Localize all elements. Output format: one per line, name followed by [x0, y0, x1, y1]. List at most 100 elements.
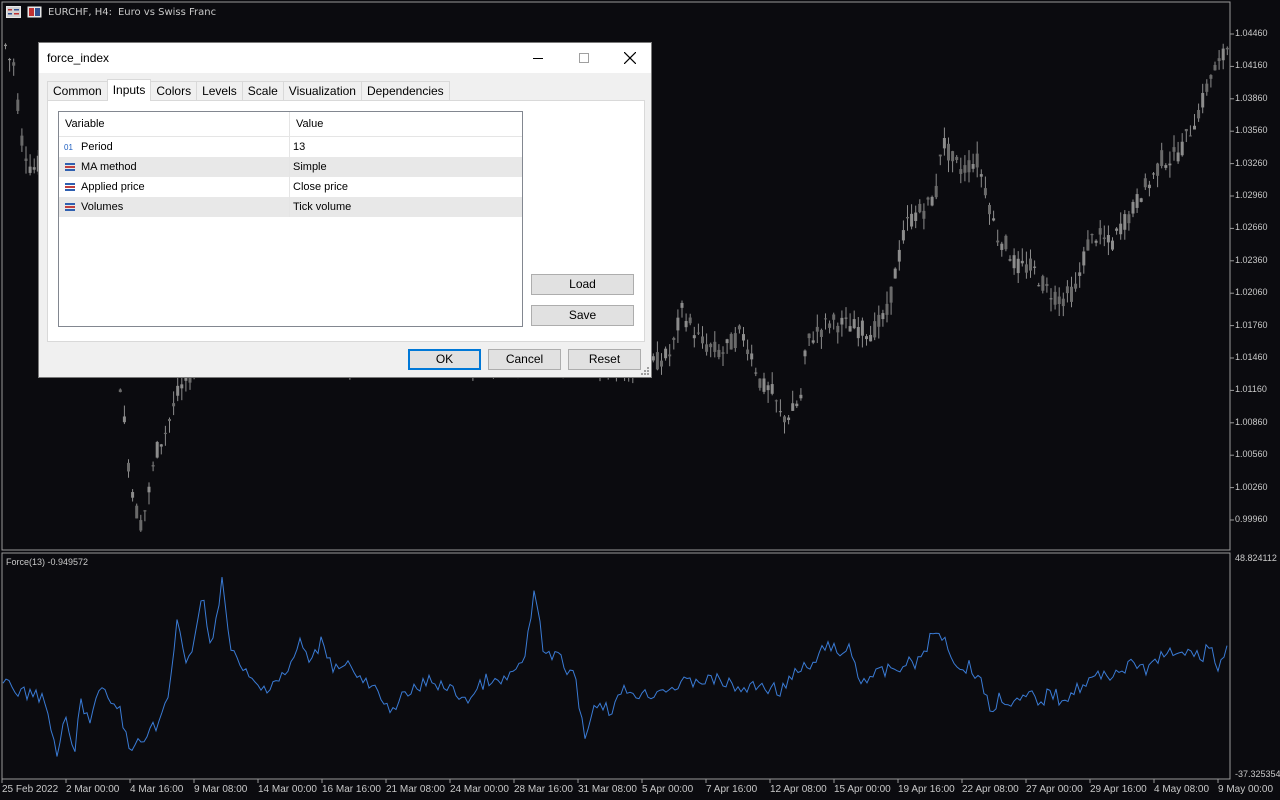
svg-text:01: 01: [64, 143, 73, 152]
input-value-volumes[interactable]: Tick volume: [290, 197, 351, 217]
candle: [869, 325, 873, 342]
candle: [836, 322, 840, 344]
symbol-description: Euro vs Swiss Franc: [117, 6, 217, 18]
time-axis-label: 4 Mar 16:00: [130, 784, 184, 795]
candle: [168, 417, 171, 433]
candle: [1065, 280, 1069, 303]
candle: [979, 169, 983, 188]
candle: [163, 425, 167, 446]
price-axis-label: 1.03860: [1235, 92, 1268, 103]
minimize-button[interactable]: [515, 43, 561, 73]
input-row-applied-price[interactable]: Applied price Close price: [59, 177, 522, 197]
trade-panel-icon[interactable]: [27, 6, 42, 18]
enum-icon: [64, 162, 76, 172]
candle: [1188, 125, 1192, 137]
candle: [885, 291, 889, 323]
time-axis-label: 7 Apr 16:00: [706, 784, 758, 795]
chart-menu-icon[interactable]: [6, 6, 21, 18]
candle: [660, 353, 663, 375]
candle: [651, 353, 655, 363]
candle: [725, 338, 729, 354]
input-value-ma-method[interactable]: Simple: [290, 157, 327, 177]
input-variable-label: Volumes: [81, 201, 124, 213]
candle: [1070, 276, 1073, 308]
price-axis-label: 1.02360: [1235, 254, 1268, 265]
time-axis-label: 19 Apr 16:00: [898, 784, 955, 795]
candle: [1197, 103, 1201, 122]
tab-visualization[interactable]: Visualization: [282, 81, 362, 101]
tab-colors[interactable]: Colors: [150, 81, 198, 101]
candle: [873, 312, 877, 341]
candle: [967, 150, 971, 183]
price-axis-label: 1.01160: [1235, 384, 1267, 395]
price-axis-label: 1.03560: [1235, 125, 1268, 136]
tab-common[interactable]: Common: [47, 81, 108, 101]
candle: [1127, 210, 1131, 231]
candle: [1172, 135, 1176, 161]
dialog-tabs: Common Inputs Colors Levels Scale Visual…: [47, 79, 450, 101]
candle: [774, 399, 778, 413]
candle: [1102, 225, 1106, 247]
candle: [807, 333, 811, 347]
save-button[interactable]: Save: [531, 305, 634, 326]
candle: [848, 313, 852, 332]
dialog-titlebar[interactable]: force_index: [39, 43, 651, 73]
candle: [24, 146, 28, 174]
candle: [758, 378, 762, 391]
candle: [787, 415, 791, 425]
candle: [750, 344, 754, 367]
candle: [1209, 74, 1213, 88]
candle: [127, 459, 130, 478]
input-row-ma-method[interactable]: MA method Simple: [59, 157, 522, 177]
resize-grip-icon[interactable]: [640, 366, 650, 376]
indicator-min-label: -37.325354: [1235, 769, 1280, 779]
candle: [729, 332, 733, 350]
input-value-period[interactable]: 13: [290, 137, 305, 157]
candle: [1106, 225, 1110, 256]
candle: [147, 482, 151, 505]
close-button[interactable]: [607, 43, 653, 73]
candle: [1057, 287, 1061, 317]
candle: [840, 310, 844, 337]
time-axis-label: 25 Feb 2022: [2, 784, 59, 795]
column-header-variable[interactable]: Variable: [59, 112, 290, 136]
candle: [721, 346, 725, 367]
maximize-button[interactable]: [561, 43, 607, 73]
candle: [1217, 50, 1221, 70]
candle: [1082, 246, 1086, 274]
time-axis-label: 16 Mar 16:00: [322, 784, 381, 795]
input-row-volumes[interactable]: Volumes Tick volume: [59, 197, 522, 217]
price-axis-label: 1.04160: [1235, 60, 1268, 71]
load-button[interactable]: Load: [531, 274, 634, 295]
column-header-value[interactable]: Value: [290, 112, 323, 136]
ok-button[interactable]: OK: [408, 349, 481, 370]
candle: [1016, 251, 1020, 284]
tab-dependencies[interactable]: Dependencies: [360, 81, 450, 101]
tab-levels[interactable]: Levels: [196, 81, 243, 101]
candle: [8, 57, 12, 72]
candle: [176, 374, 180, 402]
candle: [1147, 180, 1151, 197]
cancel-button[interactable]: Cancel: [488, 349, 561, 370]
candle: [910, 204, 914, 230]
indicator-window-frame: [1, 552, 1231, 780]
tab-inputs[interactable]: Inputs: [106, 79, 152, 101]
candle: [180, 374, 184, 401]
input-variable-cell: MA method: [59, 157, 290, 177]
time-axis-label: 22 Apr 08:00: [962, 784, 1019, 795]
time-axis-label: 15 Apr 00:00: [834, 784, 891, 795]
candle: [159, 443, 163, 455]
reset-button[interactable]: Reset: [568, 349, 641, 370]
candle: [1152, 171, 1155, 179]
candle: [131, 489, 135, 502]
input-value-applied-price[interactable]: Close price: [290, 177, 348, 197]
candle: [1074, 272, 1078, 292]
candle: [1012, 248, 1016, 275]
candle: [971, 153, 975, 173]
candle: [930, 195, 934, 207]
price-axis-ticks: [1230, 33, 1234, 521]
input-row-period[interactable]: 01 Period 13: [59, 137, 522, 157]
tab-scale[interactable]: Scale: [241, 81, 284, 101]
candle: [12, 58, 16, 76]
time-axis-label: 14 Mar 00:00: [258, 784, 317, 795]
